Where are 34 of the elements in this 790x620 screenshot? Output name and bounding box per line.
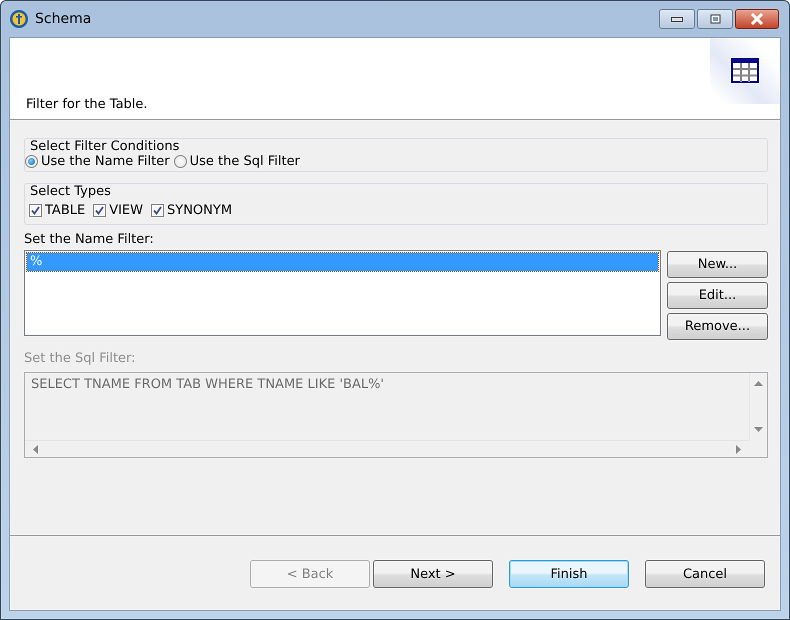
window-title: Schema	[35, 11, 92, 27]
maximize-button[interactable]	[697, 9, 733, 29]
radio-icon[interactable]	[25, 155, 38, 168]
section-label: Set the Sql Filter:	[24, 351, 137, 366]
section-label: Set the Name Filter:	[24, 232, 155, 247]
list-action-button[interactable]: Edit...	[667, 282, 768, 309]
minimize-button[interactable]	[659, 9, 695, 29]
horizontal-scrollbar[interactable]	[25, 440, 749, 457]
checkbox-option[interactable]: SYNONYM	[151, 203, 232, 218]
dialog-button[interactable]: Next >	[373, 560, 493, 588]
scroll-up-icon[interactable]	[754, 381, 763, 386]
checkbox-option[interactable]: VIEW	[93, 203, 143, 218]
checkbox-icon[interactable]	[29, 204, 42, 217]
radio-icon[interactable]	[174, 155, 187, 168]
list-action-button[interactable]: Remove...	[667, 313, 768, 340]
dialog-button[interactable]: Cancel	[645, 560, 765, 588]
close-button[interactable]	[735, 9, 779, 29]
checkbox-icon[interactable]	[93, 204, 106, 217]
maximize-icon	[710, 14, 720, 24]
checkbox-icon[interactable]	[151, 204, 164, 217]
group-title: Select Types	[29, 184, 112, 199]
list-action-button[interactable]: New...	[667, 251, 768, 278]
radio-option[interactable]: Use the Name Filter	[25, 154, 170, 169]
table-icon	[731, 58, 759, 83]
dialog-button[interactable]: Finish	[509, 560, 629, 588]
scroll-right-icon[interactable]	[736, 444, 741, 454]
radio-option[interactable]: Use the Sql Filter	[174, 154, 300, 169]
close-icon	[750, 13, 764, 25]
checkbox-option[interactable]: TABLE	[29, 203, 86, 218]
header-message: Filter for the Table.	[26, 97, 148, 114]
scroll-left-icon[interactable]	[33, 444, 38, 454]
scroll-down-icon[interactable]	[754, 427, 763, 432]
app-logo-icon	[9, 9, 29, 29]
minimize-icon	[671, 16, 683, 22]
